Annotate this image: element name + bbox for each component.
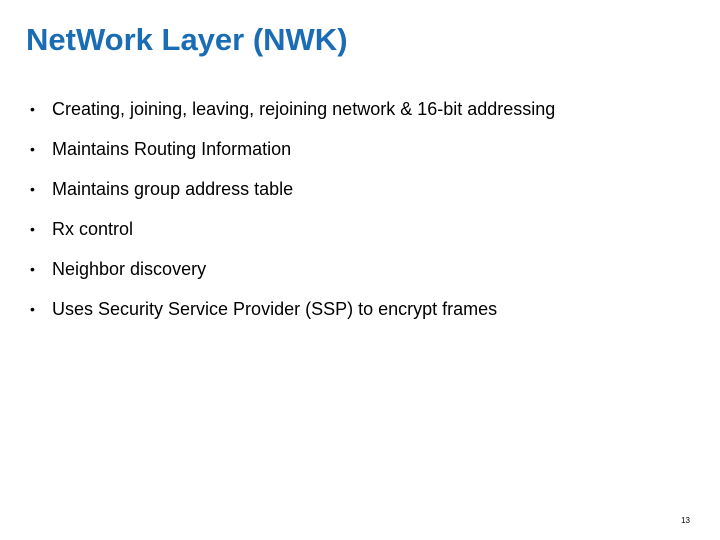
- bullet-icon: •: [30, 221, 35, 237]
- slide-title: NetWork Layer (NWK): [26, 22, 348, 57]
- bullet-icon: •: [30, 181, 35, 197]
- bullet-item: • Neighbor discovery: [30, 256, 555, 296]
- bullet-icon: •: [30, 261, 35, 277]
- bullet-list: • Creating, joining, leaving, rejoining …: [30, 96, 555, 336]
- bullet-icon: •: [30, 301, 35, 317]
- bullet-text: Uses Security Service Provider (SSP) to …: [52, 299, 498, 319]
- bullet-item: • Creating, joining, leaving, rejoining …: [30, 96, 555, 136]
- bullet-text: Maintains group address table: [52, 179, 294, 199]
- bullet-text: Maintains Routing Information: [52, 139, 292, 159]
- bullet-item: • Maintains group address table: [30, 176, 555, 216]
- page-number: 13: [681, 516, 690, 525]
- bullet-text: Creating, joining, leaving, rejoining ne…: [52, 99, 556, 119]
- bullet-text: Neighbor discovery: [52, 259, 207, 279]
- bullet-item: • Uses Security Service Provider (SSP) t…: [30, 296, 555, 336]
- bullet-icon: •: [30, 101, 35, 117]
- bullet-item: • Maintains Routing Information: [30, 136, 555, 176]
- bullet-item: • Rx control: [30, 216, 555, 256]
- bullet-icon: •: [30, 141, 35, 157]
- bullet-text: Rx control: [52, 219, 134, 239]
